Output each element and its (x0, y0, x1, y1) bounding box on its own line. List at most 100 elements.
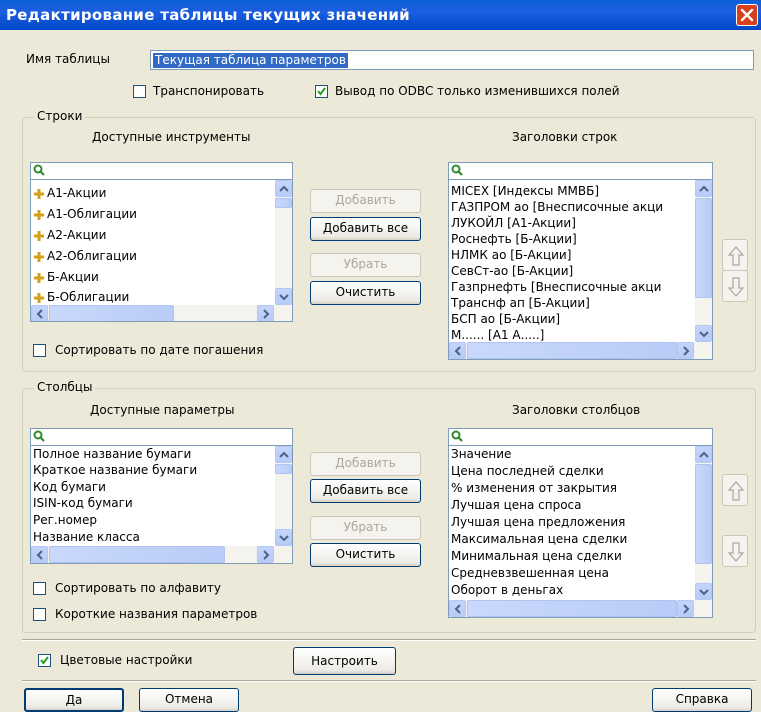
list-item[interactable]: MICEX [Индексы ММВБ] (451, 183, 599, 199)
list-item[interactable]: Лучшая цена спроса (451, 497, 582, 513)
available-params-search[interactable] (31, 429, 292, 446)
list-item[interactable]: Максимальная цена сделки (451, 531, 627, 547)
color-settings-checkbox[interactable] (38, 654, 51, 667)
column-headers-list[interactable]: Значение Цена последней сделки % изменен… (448, 428, 713, 618)
table-name-label: Имя таблицы (26, 52, 110, 66)
vertical-scrollbar[interactable] (695, 446, 712, 600)
list-item[interactable]: Полное название бумаги (33, 446, 191, 462)
vertical-scrollbar[interactable] (695, 180, 712, 342)
arrow-down-icon (727, 277, 745, 297)
scroll-down-button[interactable] (695, 325, 712, 342)
list-item[interactable]: Рег.номер (33, 512, 97, 528)
ok-button[interactable]: Да (24, 688, 124, 712)
list-item[interactable]: А1-Облигации (33, 204, 137, 224)
sort-alpha-checkbox[interactable] (33, 582, 46, 595)
chevron-up-icon (279, 185, 289, 192)
list-item[interactable]: Транснф ап [Б-Акции] (451, 295, 590, 311)
close-icon (740, 8, 754, 22)
scroll-thumb[interactable] (467, 342, 677, 359)
list-item[interactable]: Лучшая цена предложения (451, 514, 625, 530)
list-item[interactable]: ЛУКОЙЛ [А1-Акции] (451, 215, 576, 231)
list-item[interactable]: Роснефть [Б-Акции] (451, 231, 577, 247)
scroll-thumb[interactable] (49, 546, 225, 563)
scroll-up-button[interactable] (275, 180, 292, 197)
vertical-scrollbar[interactable] (275, 446, 292, 546)
scroll-thumb[interactable] (49, 305, 174, 321)
list-item[interactable]: Код бумаги (33, 479, 106, 495)
list-item[interactable]: Газпрнефть [Внесписочные акци (451, 279, 661, 295)
help-button[interactable]: Справка (652, 688, 752, 712)
scroll-left-button[interactable] (449, 342, 466, 359)
sort-by-maturity-checkbox[interactable] (33, 344, 46, 357)
row-move-up-button[interactable] (722, 239, 748, 271)
list-item[interactable]: Значение (451, 446, 511, 462)
scroll-up-button[interactable] (275, 446, 292, 463)
list-item[interactable]: Б-Акции (33, 267, 99, 287)
horizontal-scrollbar[interactable] (449, 600, 712, 617)
scroll-down-button[interactable] (695, 583, 712, 600)
list-item[interactable]: А2-Облигации (33, 246, 137, 266)
rows-clear-button[interactable]: Очистить (310, 281, 421, 305)
scroll-left-button[interactable] (31, 305, 48, 321)
rows-remove-button[interactable]: Убрать (310, 253, 421, 277)
list-item[interactable]: ISIN-код бумаги (33, 495, 133, 511)
list-item[interactable]: Б-Облигации (33, 287, 129, 307)
scroll-left-button[interactable] (31, 546, 48, 563)
scroll-right-button[interactable] (677, 600, 694, 617)
scroll-left-button[interactable] (449, 600, 466, 617)
odbc-changed-checkbox[interactable] (315, 85, 328, 98)
list-item[interactable]: БСП ао [Б-Акции] (451, 311, 560, 327)
short-names-checkbox[interactable] (33, 608, 46, 621)
cols-add-all-button[interactable]: Добавить все (310, 479, 421, 503)
horizontal-scrollbar[interactable] (31, 305, 292, 321)
column-move-up-button[interactable] (722, 474, 748, 506)
vertical-scrollbar[interactable] (275, 180, 292, 305)
list-item[interactable]: СевСт-ао [Б-Акции] (451, 263, 573, 279)
scroll-down-button[interactable] (275, 529, 292, 546)
list-item[interactable]: Краткое название бумаги (33, 462, 197, 478)
available-params-list[interactable]: Полное название бумаги Краткое название … (30, 428, 293, 564)
list-item[interactable]: Оборот в деньгах (451, 582, 563, 598)
scroll-right-button[interactable] (677, 342, 694, 359)
scroll-down-button[interactable] (275, 288, 292, 305)
available-instruments-search[interactable] (31, 163, 292, 180)
configure-button[interactable]: Настроить (293, 647, 396, 675)
scroll-right-button[interactable] (257, 305, 274, 321)
scroll-right-button[interactable] (257, 546, 274, 563)
horizontal-scrollbar[interactable] (449, 342, 712, 359)
scroll-thumb[interactable] (467, 600, 677, 617)
horizontal-scrollbar[interactable] (31, 546, 292, 563)
cols-remove-button[interactable]: Убрать (310, 516, 421, 540)
transpose-checkbox[interactable] (133, 85, 146, 98)
list-item[interactable]: % изменения от закрытия (451, 480, 617, 496)
table-name-input[interactable]: Текущая таблица параметров (150, 50, 754, 70)
list-item[interactable]: Средневзвешенная цена (451, 565, 609, 581)
close-button[interactable] (736, 4, 758, 26)
rows-add-all-button[interactable]: Добавить все (310, 217, 421, 241)
list-item[interactable]: М...... [А1 А.....] (451, 327, 544, 343)
scroll-thumb[interactable] (695, 464, 712, 564)
rows-add-button[interactable]: Добавить (310, 189, 421, 213)
row-headers-search[interactable] (449, 163, 712, 180)
scroll-thumb[interactable] (695, 198, 712, 298)
row-move-down-button[interactable] (722, 270, 748, 302)
list-item[interactable]: Название класса (33, 529, 140, 545)
list-item[interactable]: ГАЗПРОМ ао [Внесписочные акци (451, 199, 663, 215)
list-item[interactable]: Минимальная цена сделки (451, 548, 622, 564)
cols-add-button[interactable]: Добавить (310, 452, 421, 476)
available-instruments-list[interactable]: А1-Акции А1-Облигации А2-Акции А2-Облига… (30, 162, 293, 322)
list-item[interactable]: НЛМК ао [Б-Акции] (451, 247, 571, 263)
list-item[interactable]: А2-Акции (33, 225, 106, 245)
scroll-up-button[interactable] (695, 446, 712, 463)
row-headers-list[interactable]: MICEX [Индексы ММВБ] ГАЗПРОМ ао [Внеспис… (448, 162, 713, 360)
list-item[interactable]: Цена последней сделки (451, 463, 604, 479)
title-bar[interactable]: Редактирование таблицы текущих значений (0, 0, 761, 30)
list-item[interactable]: А1-Акции (33, 183, 106, 203)
scroll-thumb[interactable] (275, 198, 292, 208)
column-headers-search[interactable] (449, 429, 712, 446)
scroll-thumb[interactable] (275, 464, 292, 474)
scroll-up-button[interactable] (695, 180, 712, 197)
cancel-button[interactable]: Отмена (139, 688, 239, 712)
column-move-down-button[interactable] (722, 535, 748, 567)
cols-clear-button[interactable]: Очистить (310, 543, 421, 567)
